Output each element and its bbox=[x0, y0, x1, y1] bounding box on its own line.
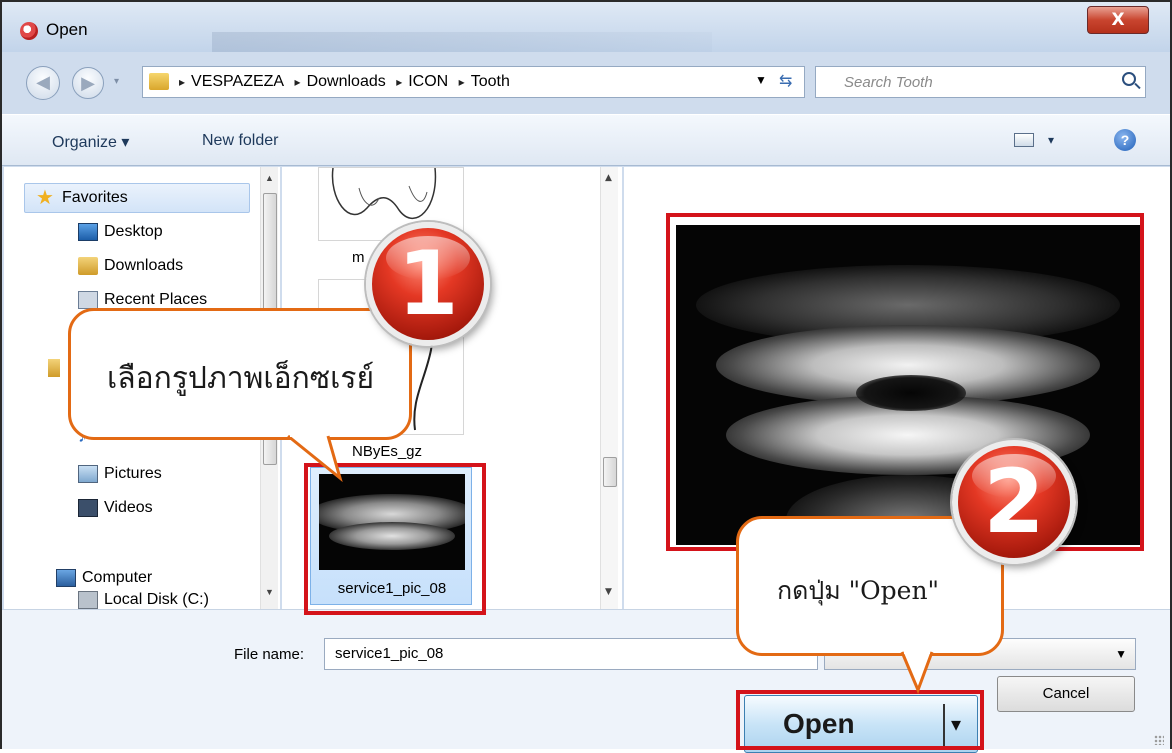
breadcrumb-separator: ▸ bbox=[396, 75, 403, 89]
star-icon: ★ bbox=[36, 187, 54, 209]
libraries-icon bbox=[48, 359, 60, 377]
scroll-thumb[interactable] bbox=[603, 457, 617, 487]
breadcrumb-separator: ▸ bbox=[458, 75, 465, 89]
file-name-label: File name: bbox=[234, 646, 305, 663]
help-icon[interactable]: ? bbox=[1114, 129, 1136, 151]
title-bar-ghost bbox=[212, 32, 712, 52]
recent-pages-dropdown[interactable]: ▾ bbox=[114, 76, 119, 87]
step-number: 2 bbox=[983, 450, 1045, 553]
search-box[interactable]: Search Tooth bbox=[815, 66, 1146, 98]
title-bar: Open X bbox=[2, 2, 1170, 52]
downloads-folder-icon bbox=[78, 257, 98, 275]
nav-label: Local Disk (C:) bbox=[104, 591, 209, 608]
scroll-down-arrow-icon[interactable]: ▼ bbox=[265, 587, 274, 597]
back-arrow-icon: ◀ bbox=[36, 72, 50, 93]
forward-button[interactable]: ▶ bbox=[72, 67, 104, 99]
search-icon[interactable] bbox=[1122, 72, 1136, 86]
breadcrumb-item[interactable]: Downloads bbox=[307, 73, 386, 90]
address-bar[interactable]: ▸ VESPAZEZA ▸ Downloads ▸ ICON ▸ Tooth ▼ ⇆ bbox=[142, 66, 805, 98]
step-1-badge: 1 bbox=[366, 222, 490, 346]
toolbar: Organize ▾ New folder ▾ ? bbox=[2, 114, 1170, 166]
breadcrumb-separator: ▸ bbox=[294, 75, 301, 89]
callout-pointer bbox=[287, 434, 343, 483]
nav-label: Desktop bbox=[104, 223, 163, 240]
favorites-selection bbox=[24, 183, 250, 213]
address-dropdown-icon[interactable]: ▼ bbox=[755, 73, 767, 87]
forward-arrow-icon: ▶ bbox=[81, 73, 95, 94]
callout-select-xray: เลือกรูปภาพเอ็กซเรย์ bbox=[68, 308, 412, 440]
callout-pointer bbox=[900, 650, 934, 695]
nav-label: Favorites bbox=[62, 189, 128, 206]
callout-text: กดปุ่ม "Open" bbox=[777, 576, 940, 605]
scroll-up-arrow-icon[interactable]: ▲ bbox=[605, 173, 612, 183]
callout-text: เลือกรูปภาพเอ็กซเรย์ bbox=[107, 361, 375, 396]
nav-label: Videos bbox=[104, 499, 153, 516]
back-button[interactable]: ◀ bbox=[26, 66, 60, 100]
chevron-down-icon: ▼ bbox=[1115, 647, 1127, 661]
breadcrumb-separator: ▸ bbox=[179, 75, 186, 89]
breadcrumb-item[interactable]: Tooth bbox=[471, 73, 510, 90]
step-2-badge: 2 bbox=[952, 440, 1076, 564]
resize-grip[interactable] bbox=[1154, 735, 1164, 745]
breadcrumb: ▸ VESPAZEZA ▸ Downloads ▸ ICON ▸ Tooth bbox=[179, 73, 516, 91]
open-file-dialog: Open X ◀ ▶ ▾ ▸ VESPAZEZA ▸ Downloads ▸ ICON… bbox=[0, 0, 1172, 753]
pictures-icon bbox=[78, 465, 98, 483]
file-label: m bbox=[352, 249, 365, 266]
nav-label: Computer bbox=[82, 569, 153, 586]
nav-label: Downloads bbox=[104, 257, 184, 274]
breadcrumb-item[interactable]: VESPAZEZA bbox=[191, 73, 284, 90]
new-folder-button[interactable]: New folder bbox=[202, 132, 278, 150]
change-view-icon[interactable] bbox=[1014, 133, 1034, 147]
desktop-icon bbox=[78, 223, 98, 241]
refresh-icon[interactable]: ⇆ bbox=[779, 71, 792, 91]
search-placeholder: Search Tooth bbox=[844, 74, 933, 91]
window-title: Open bbox=[46, 20, 88, 39]
scroll-up-arrow-icon[interactable]: ▲ bbox=[265, 173, 274, 183]
disk-icon bbox=[78, 591, 98, 609]
breadcrumb-item[interactable]: ICON bbox=[408, 73, 448, 90]
folder-icon bbox=[149, 73, 169, 90]
cancel-button[interactable]: Cancel bbox=[997, 676, 1135, 712]
nav-label: Recent Places bbox=[104, 291, 208, 308]
organize-menu[interactable]: Organize ▾ bbox=[52, 132, 129, 152]
videos-icon bbox=[78, 499, 98, 517]
scroll-down-arrow-icon[interactable]: ▼ bbox=[605, 587, 612, 597]
nav-label: Pictures bbox=[104, 465, 162, 482]
view-options-dropdown[interactable]: ▾ bbox=[1048, 133, 1054, 147]
file-label: NByEs_gz bbox=[352, 443, 423, 460]
close-button[interactable]: X bbox=[1087, 6, 1149, 34]
step-number: 1 bbox=[397, 232, 459, 335]
app-icon bbox=[20, 22, 38, 40]
file-list-scrollbar[interactable]: ▲ ▼ bbox=[600, 167, 618, 609]
computer-icon bbox=[56, 569, 76, 587]
selected-file-highlight bbox=[304, 463, 486, 615]
recent-places-icon bbox=[78, 291, 98, 309]
